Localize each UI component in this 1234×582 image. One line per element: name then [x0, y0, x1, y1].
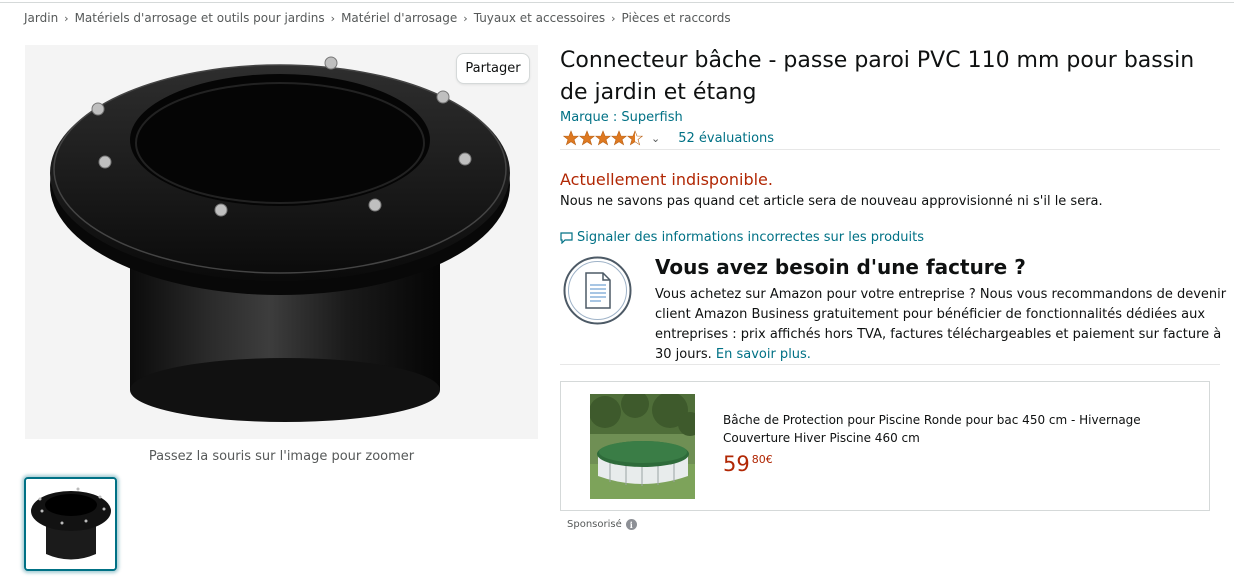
breadcrumb-pieces-raccords[interactable]: Pièces et raccords: [622, 11, 731, 25]
breadcrumb-tuyaux[interactable]: Tuyaux et accessoires: [474, 11, 605, 25]
sponsored-text: Sponsorisé: [567, 519, 622, 530]
sponsored-product-card[interactable]: Bâche de Protection pour Piscine Ronde p…: [560, 381, 1210, 511]
price-fraction: 80: [751, 453, 766, 466]
report-link-label: Signaler des informations incorrectes su…: [577, 230, 925, 245]
divider: [560, 364, 1220, 365]
pvc-connector-image: [25, 45, 538, 439]
report-incorrect-info-link[interactable]: Signaler des informations incorrectes su…: [560, 230, 924, 245]
star-rating[interactable]: [563, 130, 643, 146]
speech-bubble-icon: [560, 231, 573, 244]
zoom-hint: Passez la souris sur l'image pour zoomer: [148, 449, 415, 464]
breadcrumb-materiels[interactable]: Matériels d'arrosage et outils pour jard…: [75, 11, 325, 25]
document-icon: [563, 256, 632, 325]
price-whole: 59: [723, 452, 750, 476]
product-title: Connecteur bâche - passe paroi PVC 110 m…: [560, 48, 1195, 105]
price-fraction-currency: 80€: [752, 453, 773, 467]
invoice-heading: Vous avez besoin d'une facture ?: [655, 255, 1026, 279]
thumbnail-image: [26, 479, 115, 569]
sponsored-product-price: 59 80€: [723, 452, 773, 476]
thumbnail-1[interactable]: [24, 477, 117, 571]
breadcrumb-jardin[interactable]: Jardin: [24, 11, 58, 25]
share-button[interactable]: Partager: [456, 53, 530, 84]
brand-link[interactable]: Marque : Superfish: [560, 110, 683, 125]
top-border: [0, 2, 1234, 3]
availability-status: Actuellement indisponible.: [560, 170, 773, 189]
star-icon: [563, 130, 643, 146]
chevron-down-icon[interactable]: ⌄: [651, 132, 660, 145]
divider: [560, 149, 1220, 150]
price-currency: €: [765, 453, 773, 466]
info-icon[interactable]: i: [625, 519, 637, 530]
breadcrumb: Jardin › Matériels d'arrosage et outils po…: [24, 11, 731, 25]
breadcrumb-separator: ›: [611, 12, 616, 25]
breadcrumb-separator: ›: [64, 12, 69, 25]
sponsored-product-title[interactable]: Bâche de Protection pour Piscine Ronde p…: [723, 411, 1163, 447]
rating-count-link[interactable]: 52 évaluations: [678, 131, 774, 146]
sponsored-label: Sponsorisé i: [567, 519, 637, 530]
breadcrumb-separator: ›: [330, 12, 336, 25]
invoice-description: Vous achetez sur Amazon pour votre entre…: [655, 285, 1227, 365]
breadcrumb-separator: ›: [463, 12, 468, 25]
breadcrumb-materiel-arrosage[interactable]: Matériel d'arrosage: [341, 11, 457, 25]
availability-note: Nous ne savons pas quand cet article ser…: [560, 194, 1103, 209]
sponsored-product-image[interactable]: [590, 394, 695, 499]
learn-more-link[interactable]: En savoir plus.: [716, 347, 811, 362]
main-product-image[interactable]: [25, 45, 538, 439]
rating-row: ⌄ 52 évaluations: [563, 129, 774, 147]
